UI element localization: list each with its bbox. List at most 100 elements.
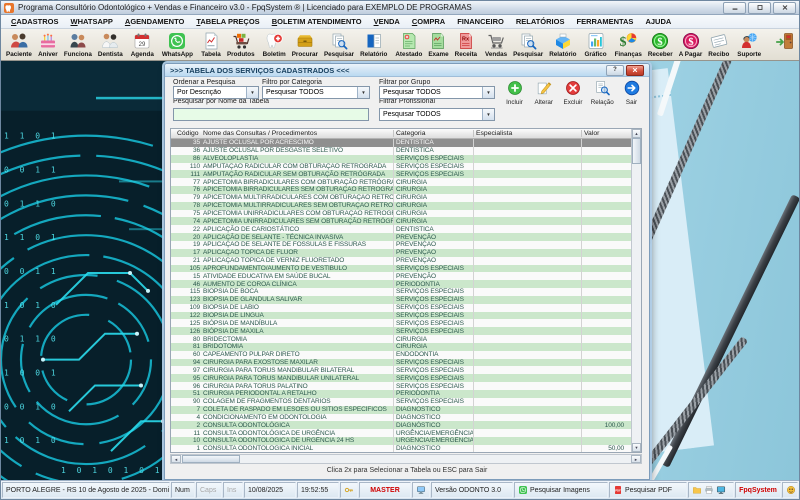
toolbar-button-receber[interactable]: $Receber	[645, 30, 676, 59]
toolbar-button-financas[interactable]: $Finanças	[612, 30, 645, 59]
dialog-help-button[interactable]	[606, 65, 624, 76]
table-row[interactable]: 7COLETA DE RASPADO EM LESÕES OU SÍTIOS E…	[171, 406, 631, 414]
table-row[interactable]: 77APICETOMIA BIRRADICULARES COM OBTURAÇÃ…	[171, 178, 631, 186]
table-row[interactable]: 76APICETOMIA BIRRADICULARES SEM OBTURAÇÃ…	[171, 186, 631, 194]
scroll-up-arrow[interactable]	[632, 129, 641, 138]
table-row[interactable]: 17APLICAÇÃO TÓPICA DE FLÚORPREVENÇÃO	[171, 249, 631, 257]
toolbar-button-boletim[interactable]: Boletim	[260, 30, 289, 59]
table-row[interactable]: 35AJUSTE OCLUSAL POR ACRESCIMODENTISTICA	[171, 139, 631, 147]
table-row[interactable]: 81BRIDOTOMIACIRURGIA	[171, 343, 631, 351]
toolbar-button-grafico[interactable]: Gráfico	[582, 30, 610, 59]
search-input[interactable]	[173, 108, 369, 121]
table-row[interactable]: 90COLAGEM DE FRAGMENTOS DENTÁRIOSSERVIÇO…	[171, 398, 631, 406]
menu-item-ajuda[interactable]: AJUDA	[639, 17, 677, 26]
table-row[interactable]: 122BIÓPSIA DE LÍNGUASERVIÇOS ESPECIAIS	[171, 312, 631, 320]
toolbar-button-vendas[interactable]: Vendas	[482, 30, 510, 59]
table-row[interactable]: 4CONDICIONAMENTO EM ODONTOLOGIADIAGNÓSTI…	[171, 414, 631, 422]
toolbar-button-exame[interactable]: Exame	[425, 30, 451, 59]
table-row[interactable]: 19APLICAÇÃO DE SELANTE DE FÓSSULAS E FIS…	[171, 241, 631, 249]
table-row[interactable]: 95CIRURGIA PARA TORUS MANDIBULAR UNILATE…	[171, 374, 631, 382]
menu-item-compra[interactable]: COMPRA	[406, 17, 451, 26]
toolbar-button-recibo[interactable]: Recibo	[705, 30, 732, 59]
table-row[interactable]: 10CONSULTA ODONTOLÓGICA DE URGÊNCIA 24 H…	[171, 437, 631, 445]
table-row[interactable]: 123BIÓPSIA DE GLÂNDULA SALIVARSERVIÇOS E…	[171, 296, 631, 304]
toolbar-button-pesquisar[interactable]: Pesquisar	[510, 30, 546, 59]
order-combo[interactable]: Por Descrição	[173, 86, 259, 99]
excluir-button[interactable]: Excluir	[560, 79, 587, 106]
toolbar-button-exit-door-icon[interactable]	[772, 30, 798, 59]
toolbar-button-atestado[interactable]: Atestado	[392, 30, 425, 59]
menu-item-whatsapp[interactable]: WHATSAPP	[65, 17, 119, 26]
status-segment-pesquisar-pdf[interactable]: PDFPesquisar PDF	[609, 482, 687, 498]
table-row[interactable]: 94CIRURGIA PARA EXOSTOSE MAXILARSERVIÇOS…	[171, 359, 631, 367]
group-combo[interactable]: Pesquisar TODOS	[379, 86, 495, 99]
menu-item-financeiro[interactable]: FINANCEIRO	[451, 17, 510, 26]
menu-item-agendamento[interactable]: AGENDAMENTO	[119, 17, 190, 26]
menu-item-venda[interactable]: VENDA	[368, 17, 406, 26]
menu-item-tabela-precos[interactable]: TABELA PREÇOS	[190, 17, 265, 26]
toolbar-button-a-pagar[interactable]: $A Pagar	[676, 30, 706, 59]
column-header-code[interactable]: Código	[171, 130, 203, 137]
minimize-button[interactable]	[723, 2, 746, 14]
table-row[interactable]: 86ALVEOLOPLASTIASERVIÇOS ESPECIAIS	[171, 155, 631, 163]
table-row[interactable]: 78APICETOMIA MULTIRRADICULARES SEM OBTUR…	[171, 202, 631, 210]
table-row[interactable]: 74APICETOMIA UNIRRADICULARES SEM OBTURAÇ…	[171, 217, 631, 225]
restore-button[interactable]	[748, 2, 771, 14]
scroll-down-arrow[interactable]	[632, 443, 641, 452]
table-row[interactable]: 125BIÓPSIA DE MANDÍBULASERVIÇOS ESPECIAI…	[171, 319, 631, 327]
table-row[interactable]: 2CONSULTA ODONTOLÓGICADIAGNÓSTICO100,00	[171, 421, 631, 429]
toolbar-button-relatorio[interactable]: Relatório	[357, 30, 390, 59]
incluir-button[interactable]: Incluir	[501, 79, 528, 106]
status-segment-folder-icon-printer-icon-monitor-icon[interactable]	[688, 482, 734, 498]
menu-item-cadastros[interactable]: CADASTROS	[5, 17, 65, 26]
table-row[interactable]: 105APROFUNDAMENTO/AUMENTO DE VESTÍBULOSE…	[171, 265, 631, 273]
scroll-thumb[interactable]	[632, 138, 641, 164]
table-row[interactable]: 22APLICAÇÃO DE CARIOSTÁTICODENTISTICA	[171, 225, 631, 233]
scroll-left-arrow[interactable]	[171, 455, 181, 463]
table-row[interactable]: 80BRIDECTOMIACIRURGIA	[171, 335, 631, 343]
table-row[interactable]: 51CIRURGIA PERIODONTAL A RETALHOPERIODON…	[171, 390, 631, 398]
table-row[interactable]: 60CAPEAMENTO PULPAR DIRETOENDODONTIA	[171, 351, 631, 359]
dialog-close-button[interactable]	[626, 65, 644, 76]
table-row[interactable]: 75APICETOMIA UNIRRADICULARES COM OBTURAÇ…	[171, 210, 631, 218]
table-row[interactable]: 109BIÓPSIA DE LÁBIOSERVIÇOS ESPECIAIS	[171, 304, 631, 312]
table-row[interactable]: 36AJUSTE OCLUSAL POR DESGASTE SELETIVODE…	[171, 147, 631, 155]
table-row[interactable]: 15ATIVIDADE EDUCATIVA EM SAÚDE BUCALPREV…	[171, 272, 631, 280]
table-row[interactable]: 96CIRURGIA PARA TORUS PALATINOSERVIÇOS E…	[171, 382, 631, 390]
table-row[interactable]: 20APLICAÇÃO DE SELANTE - TÉCNICA INVASIV…	[171, 233, 631, 241]
table-row[interactable]: 111AMPUTAÇÃO RADICULAR SEM OBTURAÇÃO RET…	[171, 170, 631, 178]
sair-button[interactable]: Sair	[618, 79, 645, 106]
relacao-button[interactable]: Relação	[589, 79, 616, 106]
toolbar-button-whatsapp[interactable]: WhatsApp	[159, 30, 196, 59]
horizontal-scrollbar[interactable]	[170, 454, 642, 464]
toolbar-button-relatorio[interactable]: Relatório	[546, 30, 579, 59]
toolbar-button-procurar[interactable]: Procurar	[289, 30, 321, 59]
alterar-button[interactable]: Alterar	[530, 79, 557, 106]
toolbar-button-paciente[interactable]: Paciente	[3, 30, 35, 59]
table-row[interactable]: 110AMPUTAÇÃO RADICULAR COM OBTURAÇÃO RET…	[171, 163, 631, 171]
toolbar-button-aniver[interactable]: Aniver	[35, 30, 61, 59]
table-row[interactable]: 97CIRURGIA PARA TORUS MANDIBULAR BILATER…	[171, 366, 631, 374]
toolbar-button-pesquisar[interactable]: Pesquisar	[321, 30, 357, 59]
scroll-right-arrow[interactable]	[631, 455, 641, 463]
table-row[interactable]: 115BIÓPSIA DE BOCASERVIÇOS ESPECIAIS	[171, 288, 631, 296]
table-row[interactable]: 11CONSULTA ODONTOLÓGICA DE URGÊNCIAURGÊN…	[171, 429, 631, 437]
table-row[interactable]: 1CONSULTA ODONTOLÓGICA INICIALDIAGNÓSTIC…	[171, 445, 631, 452]
column-header-name[interactable]: Nome das Consultas / Procedimentos	[203, 130, 393, 137]
menu-item-boletim-atendimento[interactable]: BOLETIM ATENDIMENTO	[266, 17, 368, 26]
close-button[interactable]	[773, 2, 796, 14]
toolbar-button-produtos[interactable]: Produtos	[224, 30, 258, 59]
table-row[interactable]: 79APICETOMIA MULTIRRADICULARES COM OBTUR…	[171, 194, 631, 202]
table-row[interactable]: 126BIÓPSIA DE MAXILASERVIÇOS ESPECIAIS	[171, 327, 631, 335]
column-header-value[interactable]: Valor	[581, 130, 626, 137]
menu-item-relatorios[interactable]: RELATÓRIOS	[510, 17, 571, 26]
status-segment-pesquisar-imagens[interactable]: Pesquisar Imagens	[514, 482, 608, 498]
toolbar-button-suporte[interactable]: Suporte	[734, 30, 764, 59]
column-header-category[interactable]: Categoria	[393, 130, 473, 137]
category-combo[interactable]: Pesquisar TODOS	[262, 86, 370, 99]
table-row[interactable]: 46AUMENTO DE COROA CLÍNICAPERIODONTIA	[171, 280, 631, 288]
vertical-scrollbar[interactable]	[631, 129, 641, 452]
toolbar-button-agenda[interactable]: 29Agenda	[128, 30, 157, 59]
toolbar-button-tabela[interactable]: Tabela	[198, 30, 224, 59]
toolbar-button-receita[interactable]: RxReceita	[452, 30, 480, 59]
